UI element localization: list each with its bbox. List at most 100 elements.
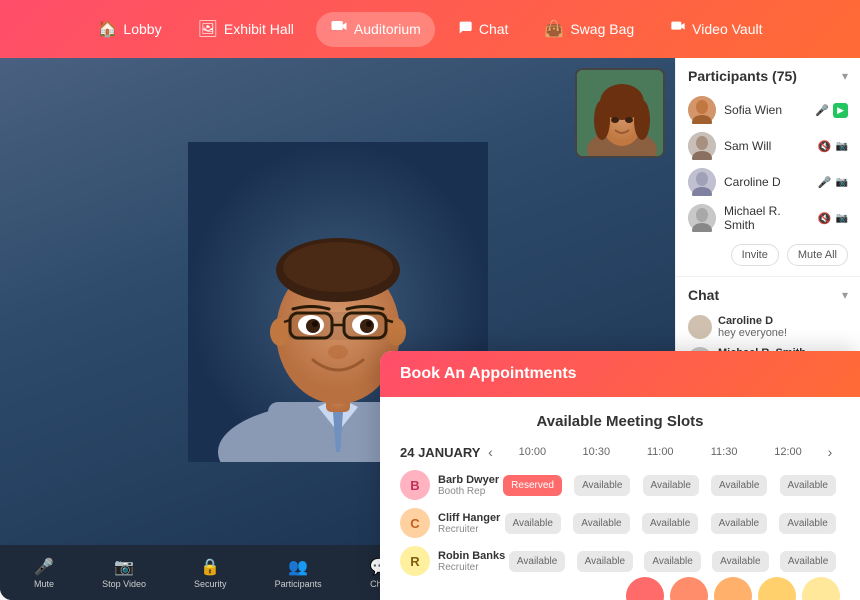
participant-item: Caroline D 🎤 📷 [688,164,848,200]
mute-button[interactable]: 🎤 Mute [34,557,54,589]
mute-all-button[interactable]: Mute All [787,244,848,266]
meeting-row: R Robin Banks Recruiter Available Availa… [400,546,840,576]
participant-controls: 🎤 📷 [818,176,848,189]
slot-cell-available[interactable]: Available [711,513,767,534]
slot-cell-available[interactable]: Available [779,513,835,534]
cam-on-icon: ▶ [833,103,848,118]
chat-content: Caroline D hey everyone! [718,315,787,339]
next-slots-button[interactable]: › [820,444,840,460]
appointments-subtitle: Available Meeting Slots [400,413,840,430]
person-info: B Barb Dwyer Booth Rep [400,470,499,500]
slots-navigation: ‹ 10:00 10:30 11:00 11:30 12:00 › [480,444,840,460]
cam-off-icon2: 📷 [836,177,848,188]
slot-cell-available[interactable]: Available [644,551,700,572]
top-navigation: 🏠 Lobby 🖼 Exhibit Hall Auditorium Chat 👜… [0,0,860,58]
slot-cell-reserved[interactable]: Reserved [503,475,562,496]
vault-icon [670,19,686,40]
chat-sender-name: Caroline D [718,315,787,327]
person-avatar: C [400,508,430,538]
slot-cell-available[interactable]: Available [780,551,836,572]
avatar [688,204,716,232]
auditorium-icon [330,18,348,41]
person-name: Robin Banks [438,550,505,562]
chat-message-text: hey everyone! [718,327,787,339]
sidebar-item-exhibit[interactable]: 🖼 Exhibit Hall [184,13,308,45]
participant-controls: 🔇 📷 [818,212,848,225]
person-avatar: R [400,546,430,576]
avatar [688,168,716,196]
stop-video-button[interactable]: 📷 Stop Video [102,557,146,589]
participant-name: Sam Will [724,139,810,153]
chat-nav-icon [457,19,473,40]
sidebar-item-vault[interactable]: Video Vault [656,13,776,46]
person-info: R Robin Banks Recruiter [400,546,505,576]
meeting-row: C Cliff Hanger Recruiter Available Avail… [400,508,840,538]
cam-off-icon: 📷 [836,141,848,152]
participant-item: Sofia Wien 🎤 ▶ [688,92,848,128]
sidebar-item-chat[interactable]: Chat [443,13,523,46]
slot-cell-available[interactable]: Available [711,475,767,496]
slots-header-row: 24 JANUARY ‹ 10:00 10:30 11:00 11:30 12:… [400,444,840,460]
prev-slots-button[interactable]: ‹ [480,444,500,460]
slot-cell-available[interactable]: Available [780,475,836,496]
slot-cell-available[interactable]: Available [573,513,629,534]
person-role: Recruiter [438,562,505,573]
deco-circle [626,577,664,600]
mic-on-icon2: 🎤 [818,176,832,189]
avatar [688,96,716,124]
slot-cell-available[interactable]: Available [574,475,630,496]
deco-circle [714,577,752,600]
person-avatar: B [400,470,430,500]
participant-item: Sam Will 🔇 📷 [688,128,848,164]
home-icon: 🏠 [98,19,118,39]
security-icon: 🔒 [200,557,220,577]
mic-muted-icon3: 🔇 [818,212,832,225]
participants-icon: 👥 [288,557,308,577]
mic-on-icon: 🎤 [815,104,829,117]
decorative-circles [606,577,860,600]
appointments-header: Book An Appointments [380,351,860,397]
deco-circle [758,577,796,600]
invite-button[interactable]: Invite [731,244,779,266]
participant-controls: 🎤 ▶ [815,103,848,118]
participants-chevron[interactable]: ▾ [842,69,848,83]
slot-cell-available[interactable]: Available [643,475,699,496]
participants-button[interactable]: 👥 Participants [275,557,322,589]
mic-muted-icon: 🔇 [818,140,832,153]
swag-icon: 👜 [544,19,564,39]
chat-title: Chat [688,287,719,303]
slot-cell-available[interactable]: Available [712,551,768,572]
time-slot-label: 11:00 [634,446,686,458]
chat-avatar [688,315,712,339]
time-slot-label: 12:00 [762,446,814,458]
slot-cell-available[interactable]: Available [642,513,698,534]
sidebar-item-auditorium[interactable]: Auditorium [316,12,435,47]
participants-title: Participants (75) [688,68,797,84]
person-role: Recruiter [438,524,500,535]
exhibit-icon: 🖼 [198,19,218,39]
time-slot-label: 10:00 [506,446,558,458]
slot-cells: Available Available Available Available … [500,513,840,534]
chat-header: Chat ▾ [688,287,848,303]
meeting-row: B Barb Dwyer Booth Rep Reserved Availabl… [400,470,840,500]
sidebar-item-swag[interactable]: 👜 Swag Bag [530,13,648,45]
participants-header: Participants (75) ▾ [688,68,848,84]
participants-section: Participants (75) ▾ Sofia Wien 🎤 [676,58,860,277]
time-slot-label: 11:30 [698,446,750,458]
person-name: Cliff Hanger [438,512,500,524]
sidebar-item-lobby[interactable]: 🏠 Lobby [84,13,176,45]
person-role: Booth Rep [438,486,499,497]
cam-off-icon3: 📷 [836,213,848,224]
chat-chevron[interactable]: ▾ [842,288,848,302]
chat-message-item: Caroline D hey everyone! [688,311,848,343]
slot-cell-available[interactable]: Available [505,513,561,534]
time-slot-label: 10:30 [570,446,622,458]
participant-controls: 🔇 📷 [818,140,848,153]
date-label: 24 JANUARY [400,445,480,460]
self-video-thumbnail [575,68,665,158]
security-button[interactable]: 🔒 Security [194,557,227,589]
slot-cell-available[interactable]: Available [577,551,633,572]
person-info: C Cliff Hanger Recruiter [400,508,500,538]
slot-cell-available[interactable]: Available [509,551,565,572]
appointments-body: Available Meeting Slots 24 JANUARY ‹ 10:… [380,397,860,600]
